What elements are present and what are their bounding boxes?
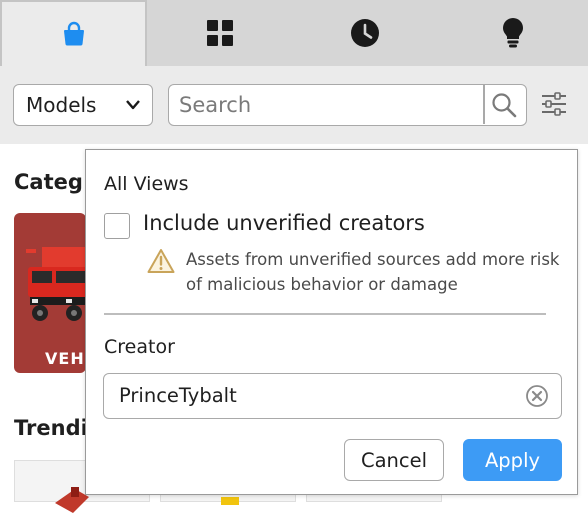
- shopping-bag-icon: [63, 21, 84, 46]
- include-unverified-checkbox[interactable]: [104, 213, 130, 239]
- scrollbar[interactable]: [578, 144, 588, 500]
- tab-recent[interactable]: [292, 0, 437, 66]
- apply-button[interactable]: Apply: [463, 439, 562, 481]
- include-unverified-label[interactable]: Include unverified creators: [143, 211, 425, 235]
- item-preview-image: [221, 497, 239, 505]
- filter-heading: All Views: [104, 173, 189, 195]
- divider: [104, 313, 546, 315]
- warning-icon: [147, 249, 175, 273]
- search-divider: [483, 85, 485, 124]
- categories-heading: Categ: [14, 170, 83, 194]
- clock-icon: [350, 19, 379, 47]
- creator-field: [103, 373, 562, 419]
- chevron-down-icon: [126, 100, 140, 110]
- tab-bar: [0, 0, 588, 66]
- filter-popover: All Views Include unverified creators As…: [85, 149, 578, 495]
- filter-settings-icon[interactable]: [540, 92, 568, 116]
- warning-text: Assets from unverified sources add more …: [186, 250, 560, 294]
- tab-marketplace[interactable]: [0, 0, 147, 66]
- category-select-value: Models: [26, 93, 97, 117]
- search-icon[interactable]: [491, 92, 517, 118]
- category-card-label: VEHI: [45, 349, 86, 368]
- tab-inventory[interactable]: [147, 0, 292, 66]
- grid-icon: [206, 20, 233, 46]
- category-card-vehicles[interactable]: VEHI: [14, 213, 86, 373]
- toolbar: Models: [0, 66, 588, 144]
- lightbulb-icon: [502, 18, 523, 48]
- creator-input[interactable]: [119, 374, 509, 417]
- tab-ideas[interactable]: [437, 0, 588, 66]
- creator-label: Creator: [104, 336, 175, 358]
- clear-icon[interactable]: [525, 384, 549, 408]
- truck-image: [26, 247, 86, 321]
- search-box: [168, 84, 527, 126]
- search-input[interactable]: [179, 85, 479, 124]
- trending-heading: Trendi: [14, 416, 88, 440]
- cancel-button[interactable]: Cancel: [344, 439, 444, 481]
- category-select[interactable]: Models: [13, 84, 153, 126]
